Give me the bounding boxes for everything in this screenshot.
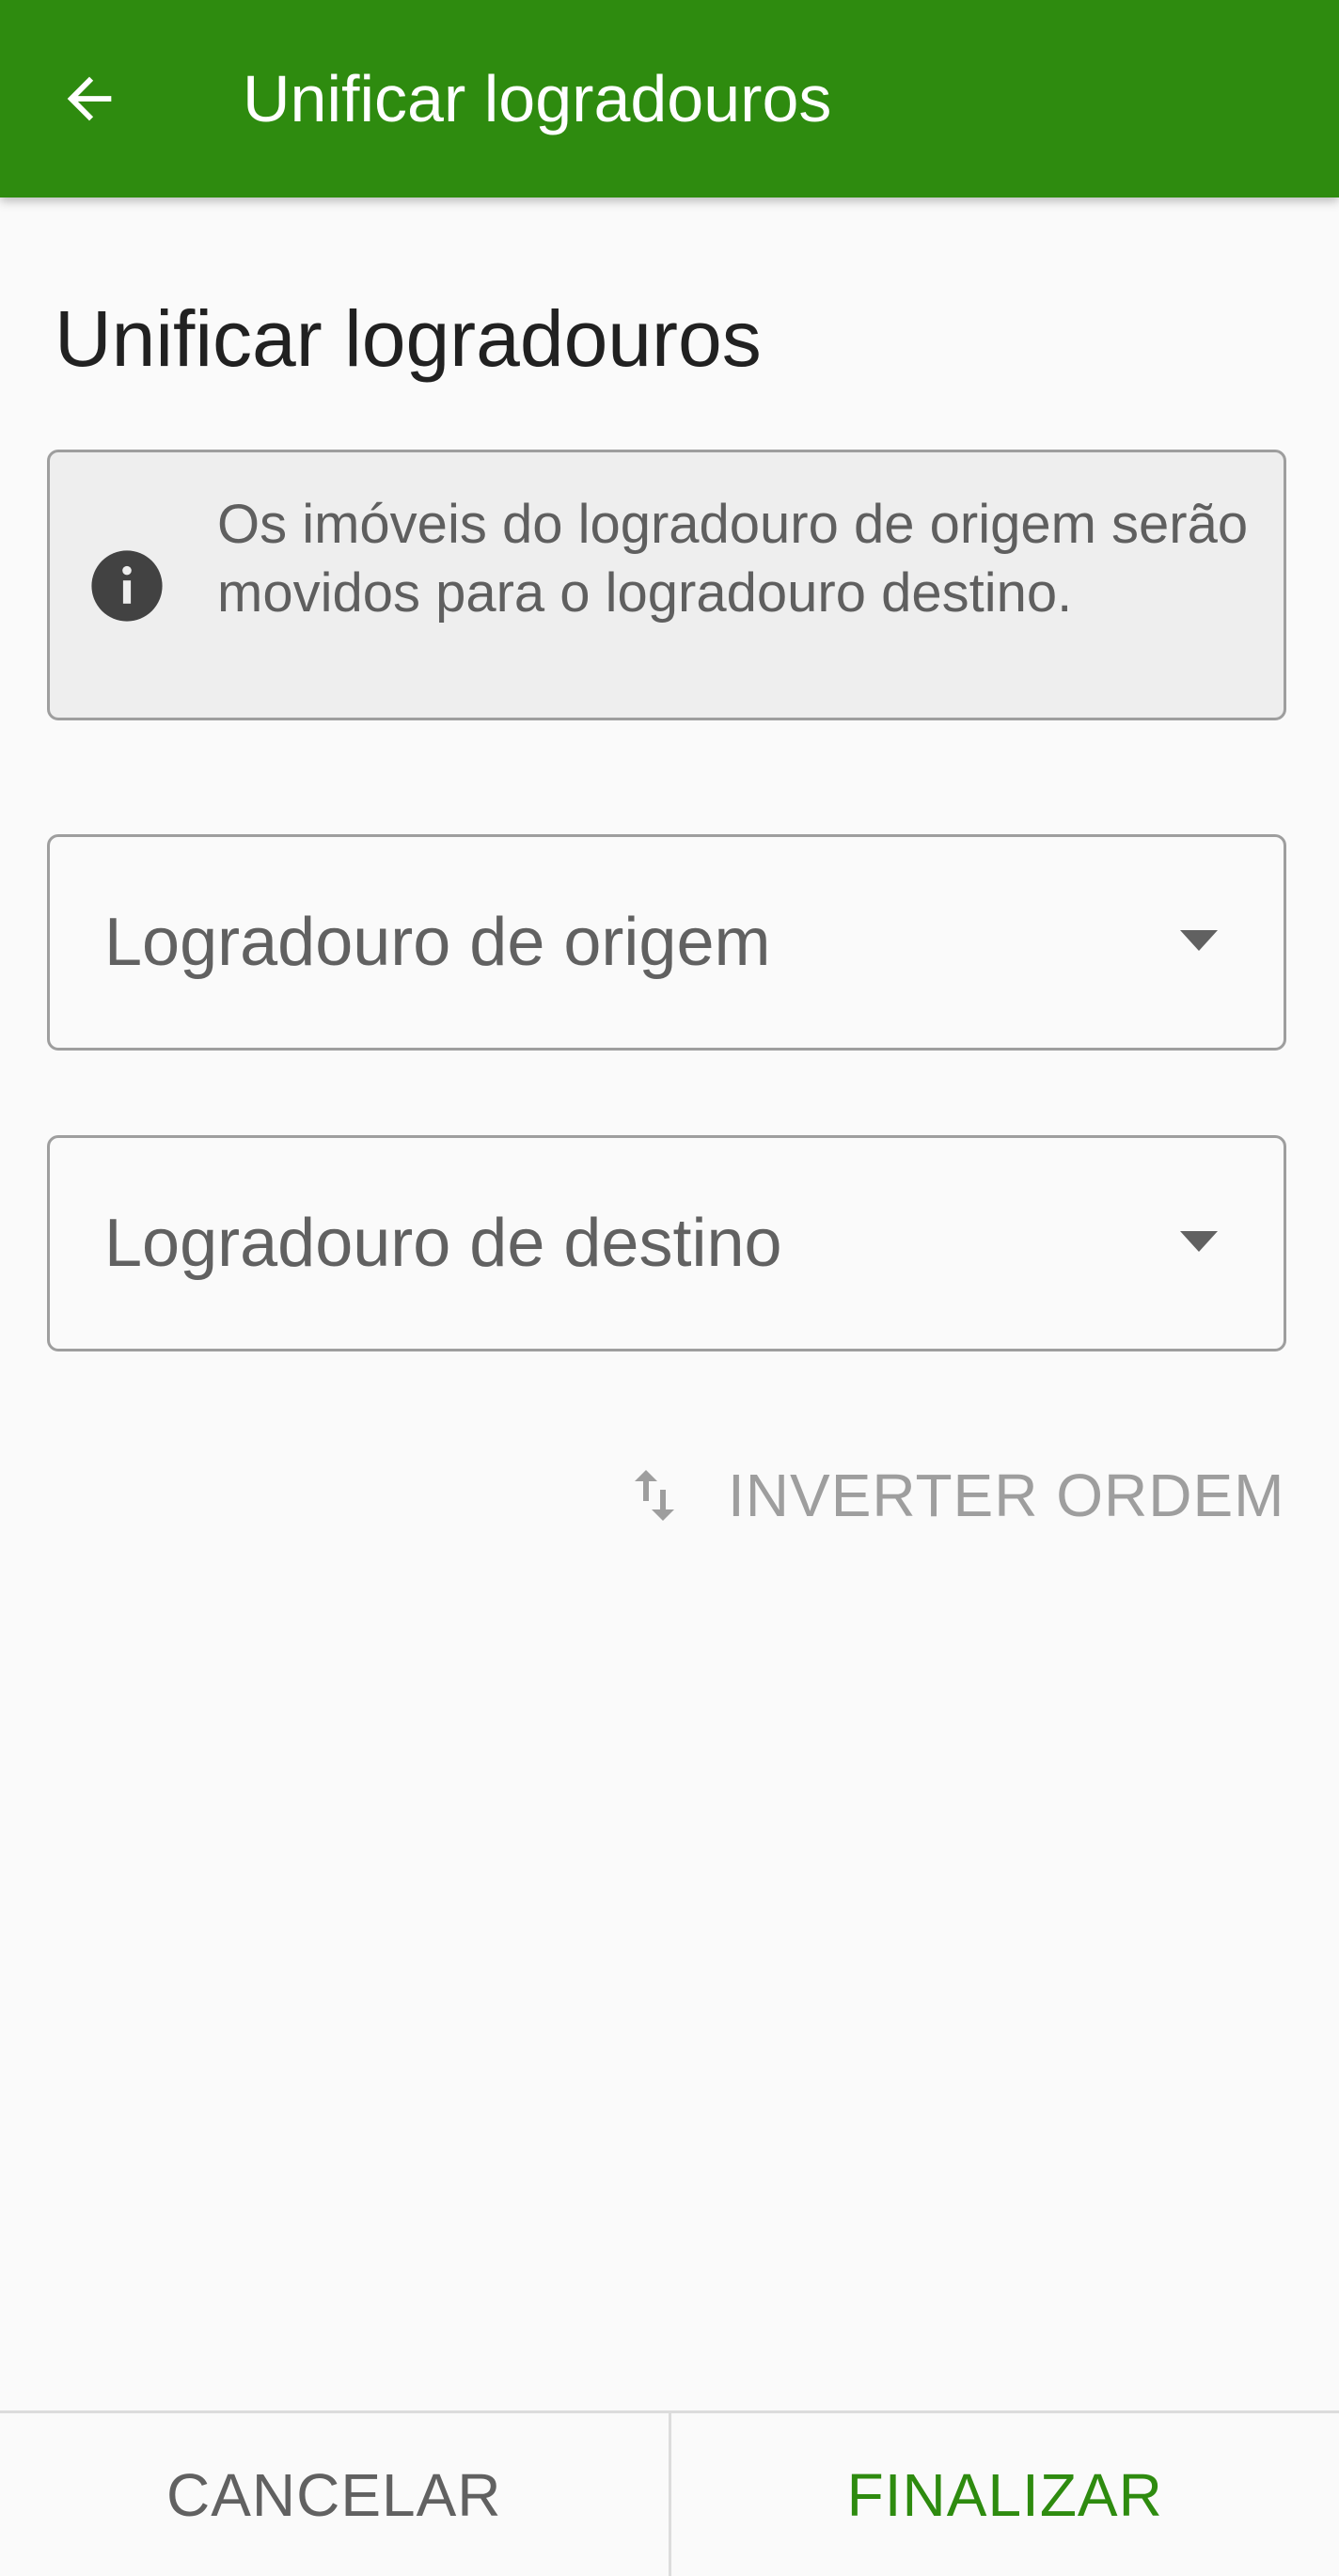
dropdown-arrow-icon	[1180, 930, 1218, 951]
origin-street-placeholder: Logradouro de origem	[104, 905, 771, 980]
back-button[interactable]	[38, 47, 141, 150]
finish-button[interactable]: FINALIZAR	[671, 2413, 1339, 2576]
bottom-action-bar: CANCELAR FINALIZAR	[0, 2410, 1339, 2576]
dropdown-arrow-icon	[1180, 1231, 1218, 1252]
invert-order-label: INVERTER ORDEM	[728, 1462, 1285, 1529]
cancel-button[interactable]: CANCELAR	[0, 2413, 669, 2576]
info-text: Os imóveis do logradouro de origem serão…	[217, 494, 1249, 624]
origin-street-select[interactable]: Logradouro de origem	[47, 834, 1286, 1051]
toolbar-title: Unificar logradouros	[243, 62, 832, 135]
swap-vertical-icon	[621, 1453, 688, 1538]
arrow-back-icon	[67, 76, 112, 121]
info-icon	[86, 545, 168, 627]
invert-order-button[interactable]: INVERTER ORDEM	[621, 1448, 1284, 1542]
destination-street-placeholder: Logradouro de destino	[104, 1206, 782, 1281]
page-title: Unificar logradouros	[55, 294, 762, 383]
app-toolbar: Unificar logradouros	[0, 0, 1339, 198]
destination-street-select[interactable]: Logradouro de destino	[47, 1135, 1286, 1351]
app-screen: Unificar logradouros Unificar logradouro…	[0, 0, 1339, 2576]
info-banner: Os imóveis do logradouro de origem serão…	[47, 450, 1286, 720]
